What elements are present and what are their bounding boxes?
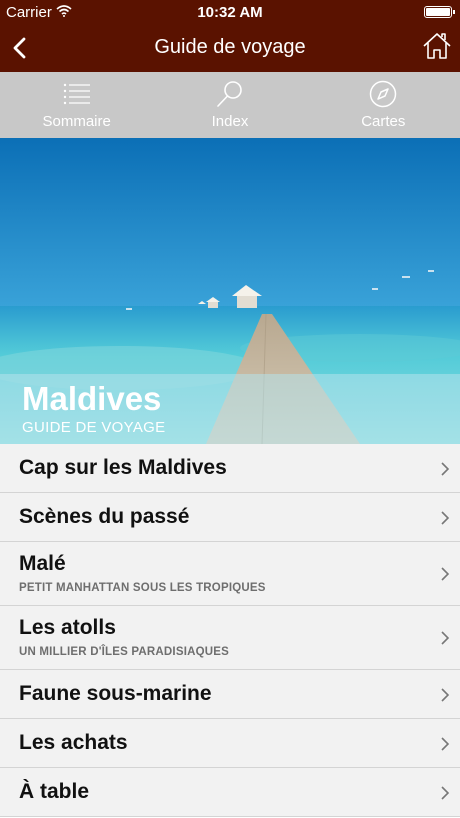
chapter-list: Cap sur les Maldives Scènes du passé Mal… xyxy=(0,444,460,817)
chapter-title: Scènes du passé xyxy=(19,505,190,528)
chapter-title: Malé xyxy=(19,552,66,575)
chapter-subtitle: UN MILLIER D'ÎLES PARADISIAQUES xyxy=(19,646,229,658)
battery-icon xyxy=(424,6,455,18)
home-icon xyxy=(423,33,451,59)
chapter-row[interactable]: Les achats xyxy=(0,719,460,768)
chapter-row[interactable]: Cap sur les Maldives xyxy=(0,444,460,493)
chevron-right-icon xyxy=(441,688,450,702)
chapter-title: À table xyxy=(19,780,90,803)
chapter-row[interactable]: Faune sous-marine xyxy=(0,670,460,719)
chapter-row[interactable]: À table xyxy=(0,768,460,817)
chevron-right-icon xyxy=(441,737,450,751)
hero-banner: Maldives GUIDE DE VOYAGE xyxy=(0,138,460,444)
tab-label: Cartes xyxy=(361,113,406,130)
chevron-right-icon xyxy=(441,511,450,525)
tab-sommaire[interactable]: Sommaire xyxy=(0,72,153,138)
tab-index[interactable]: Index xyxy=(153,72,306,138)
chapter-row[interactable]: Les atolls UN MILLIER D'ÎLES PARADISIAQU… xyxy=(0,606,460,670)
tab-cartes[interactable]: Cartes xyxy=(307,72,460,138)
chapter-subtitle: PETIT MANHATTAN SOUS LES TROPIQUES xyxy=(19,582,266,594)
chapter-title: Faune sous-marine xyxy=(19,682,212,705)
guide-title: Maldives xyxy=(22,380,162,417)
chevron-right-icon xyxy=(441,462,450,476)
search-icon xyxy=(217,81,242,107)
chevron-right-icon xyxy=(441,567,450,581)
home-button[interactable] xyxy=(422,31,452,61)
tab-toolbar: Sommaire Index Cartes xyxy=(0,72,460,138)
compass-icon xyxy=(370,80,397,108)
chapter-title: Les atolls xyxy=(19,616,116,639)
chapter-title: Cap sur les Maldives xyxy=(19,456,227,479)
tab-label: Sommaire xyxy=(42,113,111,130)
tab-label: Index xyxy=(211,113,249,130)
chapter-title: Les achats xyxy=(19,731,128,754)
list-icon xyxy=(63,83,90,105)
clock: 10:32 AM xyxy=(197,4,263,21)
chapter-row[interactable]: Scènes du passé xyxy=(0,493,460,542)
chevron-right-icon xyxy=(441,631,450,645)
chapter-row[interactable]: Malé PETIT MANHATTAN SOUS LES TROPIQUES xyxy=(0,542,460,606)
guide-subtitle: GUIDE DE VOYAGE xyxy=(22,419,166,436)
chevron-right-icon xyxy=(441,786,450,800)
navigation-bar: Guide de voyage xyxy=(0,24,460,72)
page-title: Guide de voyage xyxy=(154,36,306,58)
status-bar: Carrier 10:32 AM xyxy=(0,0,460,24)
